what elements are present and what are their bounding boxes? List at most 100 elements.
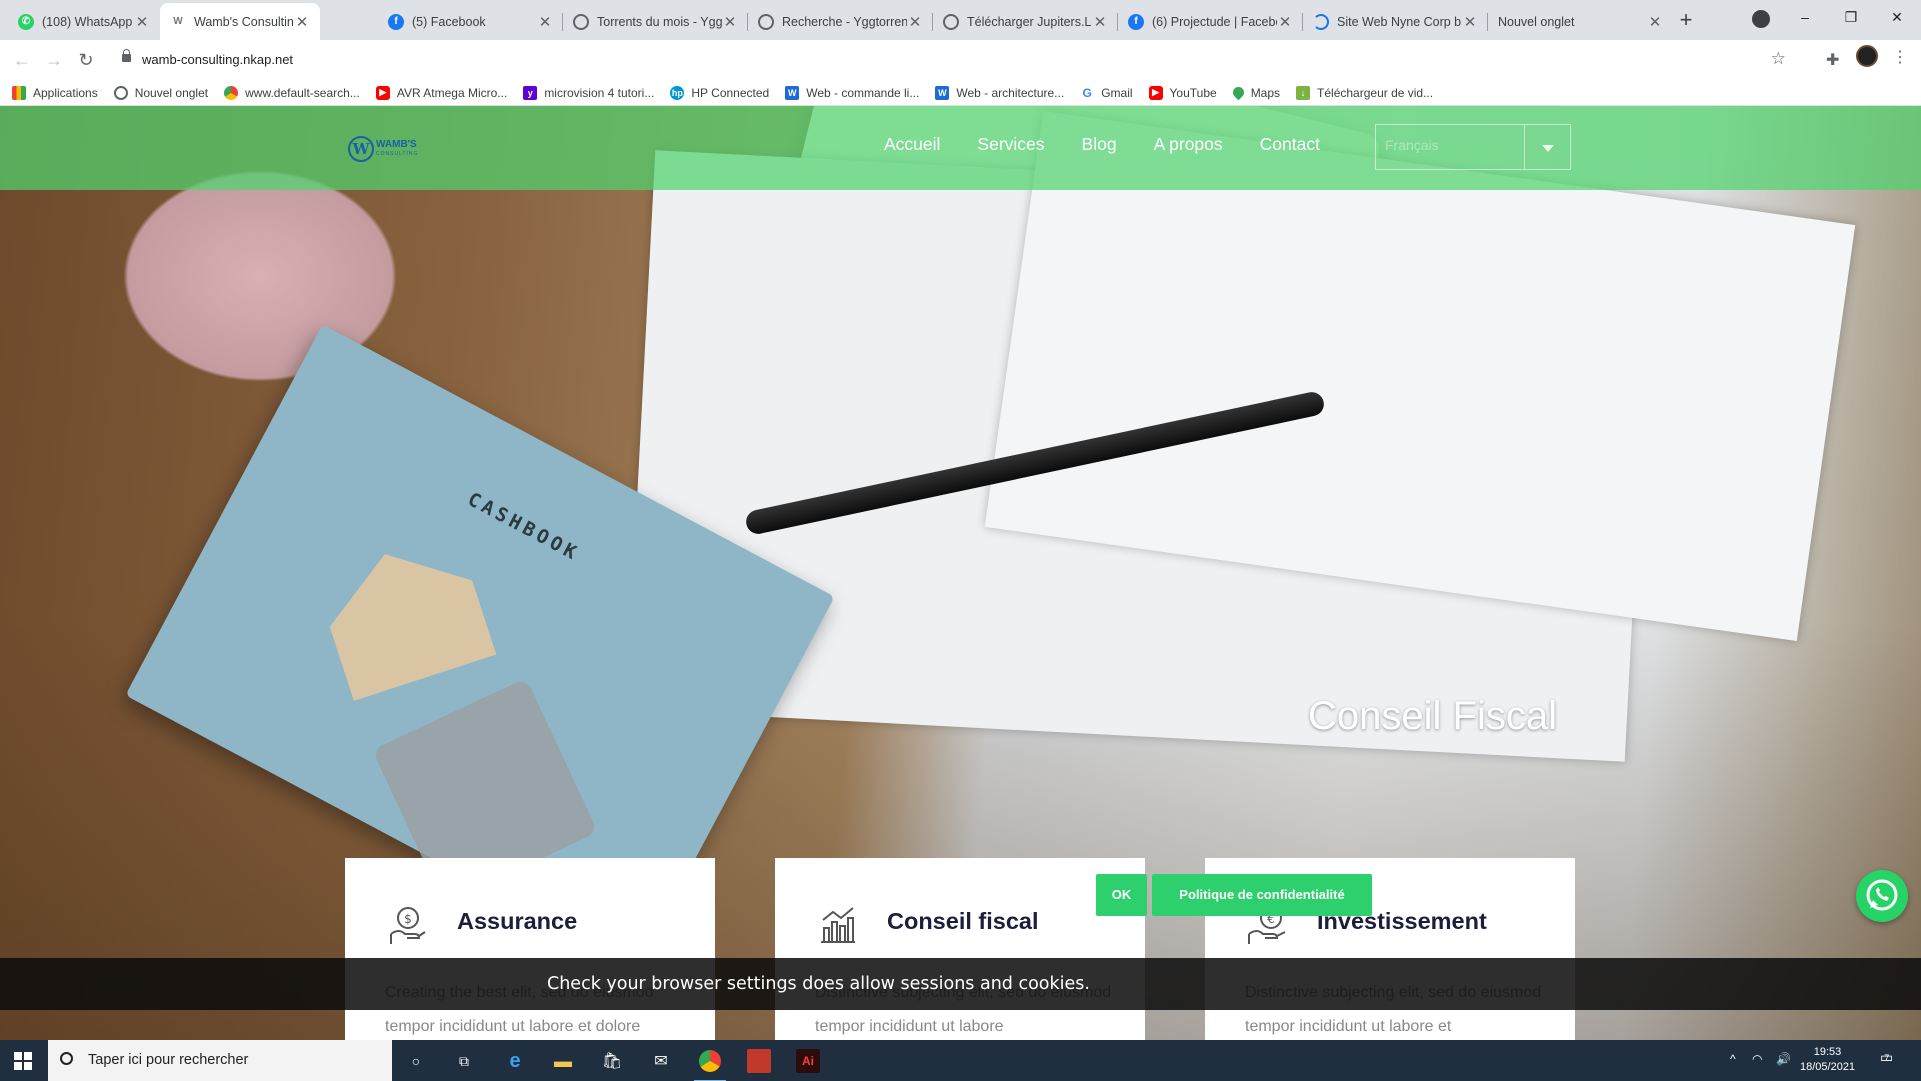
bookmark-label: Téléchargeur de vid... [1317,85,1434,100]
tab-title: Recherche - Yggtorrent [782,14,907,29]
bookmark-label: HP Connected [691,85,770,100]
task-view-icon[interactable]: ⧉ [452,1049,476,1073]
site-logo[interactable]: W WAMB'S CONSULTING [348,136,430,164]
extensions-icon[interactable]: ✚ [1826,50,1839,70]
nav-services[interactable]: Services [977,134,1044,155]
maps-icon [1230,84,1246,101]
close-icon[interactable]: ✕ [1277,13,1293,31]
reload-icon[interactable]: ↻ [74,48,98,72]
bookmark-applications[interactable]: Applications [12,85,98,100]
illustrator-icon[interactable]: Ai [796,1049,820,1073]
tab-search-icon[interactable] [1752,10,1770,28]
windows-start-icon[interactable] [14,1052,32,1070]
bookmark-microvision[interactable]: y microvision 4 tutori... [523,85,654,100]
forward-icon[interactable]: → [42,48,66,72]
new-tab-button[interactable]: + [1672,7,1700,35]
apps-icon [12,85,26,100]
bookmark-youtube[interactable]: ▶ YouTube [1148,85,1217,100]
volume-icon[interactable]: 🔊 [1776,1052,1791,1066]
language-value[interactable]: Français [1376,125,1524,169]
bookmark-web-commande[interactable]: W Web - commande li... [785,85,920,100]
hero-title: Conseil Fiscal [1308,694,1557,738]
notification-center-icon[interactable]: ▭7 [1880,1049,1898,1066]
tab-title: (6) Projectude | Facebo [1152,14,1277,29]
privacy-policy-button[interactable]: Politique de confidentialité [1152,874,1372,916]
mail-icon[interactable]: ✉ [649,1049,673,1073]
close-icon[interactable]: ✕ [1462,13,1478,31]
address-bar[interactable]: wamb-consulting.nkap.net ☆ [110,46,1790,74]
bookmark-label: Applications [33,85,98,100]
globe-icon [113,85,128,100]
bookmark-label: Gmail [1101,85,1133,100]
bookmark-star-icon[interactable]: ☆ [1771,49,1786,69]
bookmark-hp-connected[interactable]: hp HP Connected [670,85,770,100]
chrome-icon[interactable] [694,1049,726,1081]
service-card-assurance[interactable]: $ Assurance Creating the best elit, sed … [345,858,715,1040]
tray-chevron-icon[interactable]: ^ [1730,1052,1736,1066]
tab-recherche[interactable]: Recherche - Yggtorrent ✕ [748,3,933,40]
nav-accueil[interactable]: Accueil [884,134,940,155]
language-select[interactable]: Français [1375,124,1571,170]
file-explorer-icon[interactable]: ▬ [551,1049,575,1073]
nav-contact[interactable]: Contact [1260,134,1320,155]
chrome-icon [224,85,239,100]
url-text[interactable]: wamb-consulting.nkap.net [142,52,293,67]
tab-title: Torrents du mois - Ygg [597,14,722,29]
nav-a-propos[interactable]: A propos [1154,134,1223,155]
service-card-conseil-fiscal[interactable]: Conseil fiscal Distinctive subjecting el… [775,858,1145,1040]
tab-whatsapp[interactable]: ✆ (108) WhatsApp ✕ [8,3,160,40]
bookmark-nouvel-onglet[interactable]: Nouvel onglet [113,85,208,100]
bookmark-web-architecture[interactable]: W Web - architecture... [935,85,1065,100]
bookmark-gmail[interactable]: G Gmail [1080,85,1133,100]
taskbar-search-box[interactable]: Taper ici pour rechercher [48,1040,392,1081]
tab-torrents[interactable]: Torrents du mois - Ygg ✕ [563,3,748,40]
tab-telecharger[interactable]: Télécharger Jupiters.Le ✕ [933,3,1118,40]
more-menu-icon[interactable]: ⋮ [1892,47,1908,67]
page-viewport: CASHBOOK W WAMB'S CONSULTING Accueil Ser… [0,106,1921,1040]
tab-wambs-consulting[interactable]: W Wamb's Consulting – C ✕ [160,3,320,40]
close-icon[interactable]: ✕ [1647,13,1663,31]
bookmark-maps[interactable]: Maps [1230,84,1280,101]
cookie-ok-button[interactable]: OK [1096,874,1147,916]
tab-facebook[interactable]: f (5) Facebook ✕ [378,3,563,40]
taskbar-clock[interactable]: 19:53 18/05/2021 [1800,1045,1855,1075]
close-icon[interactable]: ✕ [907,13,923,31]
back-icon[interactable]: ← [10,48,34,72]
minimize-icon[interactable]: – [1782,0,1828,34]
profile-avatar[interactable] [1856,45,1878,67]
close-icon[interactable]: ✕ [722,13,738,31]
tab-title: (108) WhatsApp [42,14,133,29]
tab-title: Télécharger Jupiters.Le [967,14,1092,29]
close-icon[interactable]: ✕ [1092,13,1108,31]
bookmark-avr-atmega[interactable]: ▶ AVR Atmega Micro... [375,85,507,100]
bookmark-label: Web - commande li... [806,85,920,100]
wifi-icon[interactable]: ◠ [1752,1052,1762,1066]
close-icon[interactable]: ✕ [294,13,310,31]
taskbar-search-placeholder[interactable]: Taper ici pour rechercher [88,1052,248,1068]
edge-icon[interactable]: e [503,1049,527,1073]
close-icon[interactable]: ✕ [134,13,150,31]
notification-count: 7 [1884,1053,1890,1063]
close-icon[interactable]: ✕ [537,13,553,31]
bookmark-video-downloader[interactable]: ↓ Téléchargeur de vid... [1296,85,1434,100]
clock-date: 18/05/2021 [1800,1061,1856,1073]
nav-blog[interactable]: Blog [1082,134,1117,155]
close-window-icon[interactable]: ✕ [1874,0,1920,34]
tab-projectude[interactable]: f (6) Projectude | Facebo ✕ [1118,3,1303,40]
chevron-down-icon[interactable] [1524,125,1570,169]
wamb-icon: W [173,16,183,27]
bookmark-default-search[interactable]: www.default-search... [224,85,360,100]
whatsapp-chat-button[interactable] [1856,870,1908,922]
cortana-icon[interactable]: ○ [404,1049,428,1073]
store-icon[interactable]: 🛍 [600,1049,624,1073]
bookmark-label: Web - architecture... [956,85,1065,100]
winrar-icon[interactable] [747,1049,771,1073]
restore-icon[interactable]: ❐ [1828,0,1874,34]
tab-nyne-corp[interactable]: Site Web Nyne Corp b ✕ [1303,3,1488,40]
bar-chart-icon [821,907,855,943]
bookmark-label: YouTube [1169,85,1217,100]
w-icon: W [785,85,800,100]
lock-icon[interactable] [122,49,131,62]
money-hand-icon: $ [390,907,426,944]
tab-nouvel-onglet[interactable]: Nouvel onglet ✕ [1488,3,1673,40]
